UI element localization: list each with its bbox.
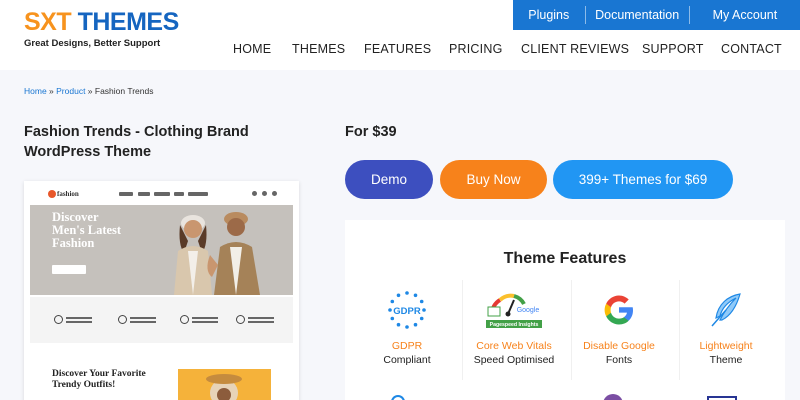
preview-models-illustration bbox=[174, 212, 260, 295]
feature-gdpr-line1: GDPR bbox=[391, 340, 423, 352]
documentation-link[interactable]: Documentation bbox=[586, 8, 689, 22]
main-navigation: HOME THEMES FEATURES PRICING CLIENT REVI… bbox=[0, 42, 800, 58]
breadcrumb-home[interactable]: Home bbox=[24, 86, 47, 96]
next-feature-icon-3 bbox=[707, 396, 737, 400]
gdpr-icon: GDPR bbox=[388, 291, 426, 329]
pagespeed-icon: Google Pagespeed Insights bbox=[486, 293, 542, 328]
feature-lightweight-line1: Lightweight bbox=[699, 340, 753, 352]
breadcrumb-current: Fashion Trends bbox=[94, 86, 154, 96]
preview-hero-text: Discover Men's Latest Fashion bbox=[52, 210, 122, 250]
my-account-link[interactable]: My Account bbox=[690, 8, 800, 22]
breadcrumb: Home » Product » Fashion Trends bbox=[24, 86, 153, 96]
demo-button[interactable]: Demo bbox=[345, 160, 433, 199]
product-title: Fashion Trends - Clothing Brand WordPres… bbox=[24, 124, 249, 160]
theme-features-panel: Theme Features GDPR GDPR Compliant Googl… bbox=[345, 220, 785, 400]
nav-themes[interactable]: THEMES bbox=[292, 42, 345, 56]
theme-features-title: Theme Features bbox=[503, 250, 627, 267]
product-price: For $39 bbox=[345, 124, 397, 140]
logo-themes-text: THEMES bbox=[77, 8, 180, 36]
google-icon bbox=[604, 295, 633, 325]
feature-cwv-line1: Core Web Vitals bbox=[476, 340, 552, 352]
plugins-link[interactable]: Plugins bbox=[513, 8, 585, 22]
nav-contact[interactable]: CONTACT bbox=[721, 42, 782, 56]
preview-hero-button bbox=[52, 265, 86, 274]
logo-sxt-text: SXT bbox=[24, 8, 72, 36]
next-feature-icon-2 bbox=[603, 394, 623, 400]
next-feature-icon-1 bbox=[391, 395, 405, 400]
feather-icon bbox=[711, 293, 741, 327]
feature-lightweight-line2: Theme bbox=[709, 354, 743, 366]
all-themes-button[interactable]: 399+ Themes for $69 bbox=[553, 160, 733, 199]
nav-client-reviews[interactable]: CLIENT REVIEWS bbox=[521, 42, 629, 56]
feature-gdpr: GDPR GDPR Compliant bbox=[352, 290, 462, 368]
svg-text:GDPR: GDPR bbox=[393, 306, 421, 317]
preview-hero-banner: Discover Men's Latest Fashion bbox=[30, 205, 293, 295]
breadcrumb-separator: » bbox=[46, 86, 57, 96]
preview-discover-heading: Discover Your Favorite Trendy Outfits! bbox=[52, 369, 146, 390]
top-utility-bar: Plugins Documentation My Account bbox=[513, 0, 800, 30]
nav-pricing[interactable]: PRICING bbox=[449, 42, 503, 56]
nav-features[interactable]: FEATURES bbox=[364, 42, 431, 56]
breadcrumb-product[interactable]: Product bbox=[56, 86, 85, 96]
nav-support[interactable]: SUPPORT bbox=[642, 42, 704, 56]
nav-home[interactable]: HOME bbox=[233, 42, 271, 56]
svg-text:Google: Google bbox=[517, 307, 540, 314]
preview-header: fashion bbox=[24, 181, 299, 205]
svg-text:Pagespeed Insights: Pagespeed Insights bbox=[490, 322, 539, 328]
buy-now-button[interactable]: Buy Now bbox=[440, 160, 547, 199]
feature-disable-google-fonts: Disable Google Fonts bbox=[564, 290, 674, 368]
preview-logo: fashion bbox=[48, 190, 79, 199]
preview-promo-image bbox=[178, 369, 271, 400]
theme-preview-image[interactable]: fashion Discover Men's Latest Fashion Di… bbox=[24, 181, 299, 400]
breadcrumb-separator: » bbox=[85, 86, 95, 96]
site-header: SXT THEMES Great Designs, Better Support… bbox=[0, 0, 800, 70]
feature-lightweight: Lightweight Theme bbox=[671, 290, 781, 368]
feature-google-fonts-line1: Disable Google bbox=[583, 340, 655, 352]
preview-feature-strip bbox=[30, 297, 293, 343]
feature-gdpr-line2: Compliant bbox=[383, 354, 431, 366]
feature-core-web-vitals: Google Pagespeed Insights Core Web Vital… bbox=[459, 290, 569, 368]
feature-google-fonts-line2: Fonts bbox=[605, 354, 633, 366]
feature-cwv-line2: Speed Optimised bbox=[473, 354, 555, 366]
